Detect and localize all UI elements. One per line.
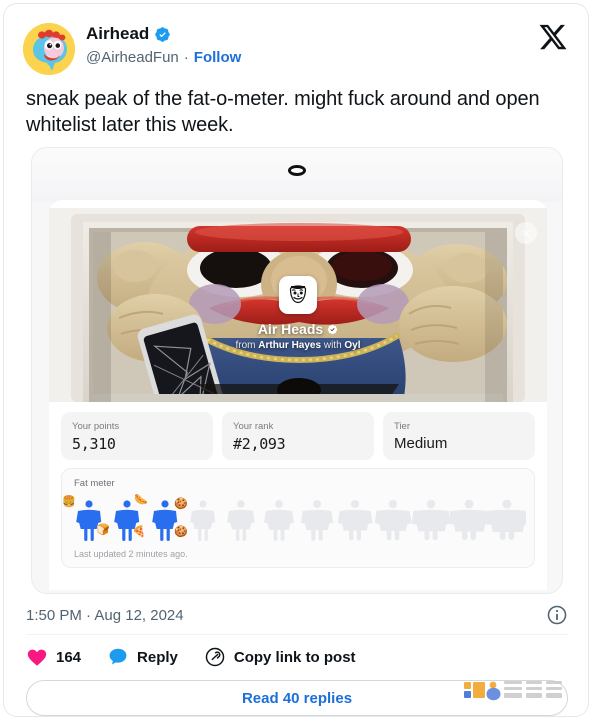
stat-value: 5,310 bbox=[72, 435, 116, 453]
stat-label: Your points bbox=[72, 421, 120, 432]
jinse-finance-watermark bbox=[462, 672, 574, 708]
fat-meter-figure-empty bbox=[298, 497, 336, 543]
fat-meter-panel: Fat meter 🍔 🍞 🌭 🍕 🍪 🍪 Last updated 2 minutes … bbox=[61, 468, 535, 568]
like-button[interactable]: 164 bbox=[26, 646, 81, 668]
x-logo-icon[interactable] bbox=[538, 22, 568, 52]
fat-meter-figure-empty bbox=[450, 497, 488, 543]
fat-meter-updated: Last updated 2 minutes ago. bbox=[74, 549, 188, 559]
like-count: 164 bbox=[56, 648, 82, 666]
separator-dot: · bbox=[183, 49, 189, 66]
fat-meter-figure-filled: 🍪 🍪 bbox=[146, 497, 188, 543]
stat-your-points: Your points 5,310 bbox=[61, 412, 213, 460]
actions-row: 164 Reply Copy link to post bbox=[26, 646, 356, 668]
avatar[interactable] bbox=[23, 23, 75, 75]
reply-icon bbox=[107, 646, 129, 668]
tweet-header: Airhead @AirheadFun · Follow bbox=[4, 4, 588, 78]
close-icon[interactable]: × bbox=[515, 222, 537, 244]
fat-meter-figure-empty bbox=[374, 497, 412, 543]
info-circle-icon[interactable] bbox=[546, 604, 568, 626]
tweet-card: Airhead @AirheadFun · Follow sneak peak … bbox=[3, 3, 589, 717]
fat-meter-figure-empty bbox=[488, 497, 526, 543]
copy-link-button[interactable]: Copy link to post bbox=[204, 646, 356, 668]
timestamp-row: 1:50 PM · Aug 12, 2024 bbox=[26, 604, 568, 626]
stats-row: Your points 5,310 Your rank #2,093 Tier … bbox=[61, 412, 535, 460]
copy-link-label: Copy link to post bbox=[233, 648, 356, 666]
tweet-text: sneak peak of the fat-o-meter. might fuc… bbox=[26, 88, 540, 136]
stat-label: Your rank bbox=[233, 421, 274, 432]
fat-meter-figure-empty bbox=[260, 497, 298, 543]
author-name-row[interactable]: Airhead bbox=[86, 24, 171, 44]
stat-value: Medium bbox=[394, 435, 448, 452]
stat-tier: Tier Medium bbox=[383, 412, 535, 460]
stat-value: #2,093 bbox=[233, 435, 286, 453]
reply-label: Reply bbox=[137, 648, 178, 666]
verified-badge-icon bbox=[154, 26, 171, 43]
fat-meter-label: Fat meter bbox=[74, 478, 115, 489]
author-handle[interactable]: @AirheadFun bbox=[86, 48, 179, 68]
app-panel: × Air Heads from Arthur Hayes with Oyl Y… bbox=[49, 200, 547, 590]
fat-meter-figure-empty bbox=[184, 497, 222, 543]
product-photo[interactable]: × Air Heads from Arthur Hayes with Oyl bbox=[49, 208, 547, 402]
divider bbox=[26, 634, 568, 635]
stat-label: Tier bbox=[394, 421, 411, 432]
timestamp: 1:50 PM · Aug 12, 2024 bbox=[26, 606, 184, 624]
fat-meter-figure-empty bbox=[222, 497, 260, 543]
stat-your-rank: Your rank #2,093 bbox=[222, 412, 374, 460]
embedded-media-card[interactable]: × Air Heads from Arthur Hayes with Oyl Y… bbox=[31, 147, 563, 594]
camera-dot-icon bbox=[288, 165, 306, 176]
follow-link[interactable]: Follow bbox=[194, 48, 242, 68]
author-name: Airhead bbox=[86, 24, 150, 43]
fat-meter-figure-filled: 🌭 🍕 bbox=[108, 495, 148, 543]
fat-meter-figures: 🍔 🍞 🌭 🍕 🍪 🍪 bbox=[62, 495, 528, 543]
fat-meter-figure-empty bbox=[412, 497, 450, 543]
airhead-avatar-icon bbox=[23, 23, 75, 75]
fat-meter-figure-empty bbox=[336, 497, 374, 543]
air-heads-product-photo-icon bbox=[49, 208, 547, 402]
fat-meter-figure-filled: 🍔 🍞 bbox=[62, 497, 110, 543]
link-icon bbox=[204, 646, 226, 668]
author-handle-row: @AirheadFun · Follow bbox=[86, 48, 241, 68]
reply-button[interactable]: Reply bbox=[107, 646, 178, 668]
device-top-bar bbox=[32, 148, 562, 202]
heart-icon bbox=[26, 646, 48, 668]
